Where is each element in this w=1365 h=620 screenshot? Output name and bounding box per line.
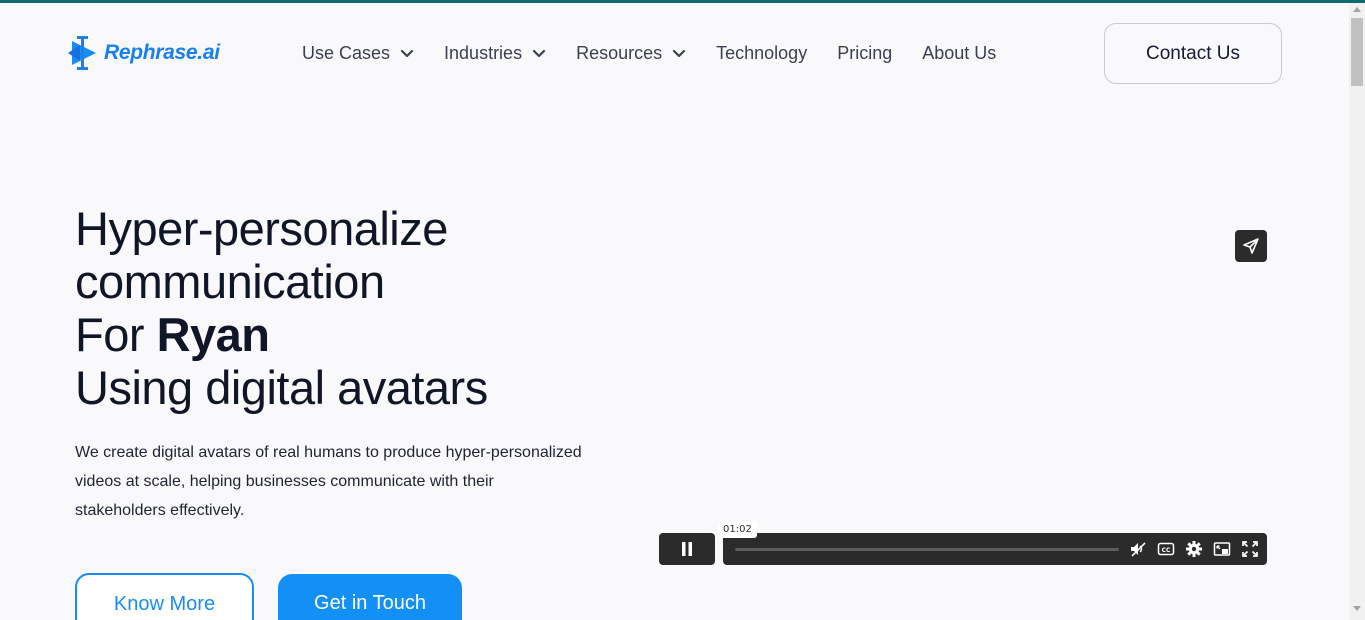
- main-nav: Use Cases Industries Resources Technolog…: [302, 43, 1026, 64]
- nav-item-label: Resources: [576, 43, 663, 63]
- captions-icon[interactable]: CC: [1157, 540, 1175, 558]
- chevron-down-icon: [532, 49, 546, 58]
- hero-heading: Hyper-personalize communication For Ryan…: [75, 202, 488, 414]
- mute-icon[interactable]: [1129, 540, 1147, 558]
- nav-item-label: Industries: [444, 43, 523, 63]
- brand-name: Rephrase.ai: [104, 41, 220, 64]
- scroll-up-arrow-icon[interactable]: [1353, 7, 1361, 12]
- hero-line-2: communication: [75, 255, 385, 308]
- nav-item-label: About Us: [922, 43, 997, 63]
- navbar: Rephrase.ai Use Cases Industries Resourc…: [0, 3, 1349, 103]
- nav-item-technology[interactable]: Technology: [716, 43, 807, 64]
- share-icon: [1243, 238, 1259, 254]
- scroll-thumb[interactable]: [1351, 18, 1363, 86]
- contact-us-button[interactable]: Contact Us: [1104, 23, 1282, 84]
- video-control-bar: CC: [723, 533, 1267, 565]
- pause-button[interactable]: [659, 533, 715, 565]
- hero-line-4: Using digital avatars: [75, 361, 488, 414]
- scroll-down-arrow-icon[interactable]: [1353, 606, 1361, 611]
- nav-item-resources[interactable]: Resources: [576, 43, 686, 64]
- nav-item-about-us[interactable]: About Us: [922, 43, 996, 64]
- nav-item-label: Technology: [716, 43, 808, 63]
- video-time-tooltip: 01:02: [718, 521, 757, 538]
- nav-item-label: Use Cases: [302, 43, 391, 63]
- rephrase-logo-icon: [68, 36, 96, 70]
- hero-personalized-name: Ryan: [156, 308, 270, 361]
- nav-item-pricing[interactable]: Pricing: [837, 43, 892, 64]
- video-progress-bar[interactable]: [735, 548, 1119, 551]
- pause-icon: [682, 542, 692, 556]
- svg-text:CC: CC: [1162, 547, 1171, 554]
- fullscreen-icon[interactable]: [1241, 540, 1259, 558]
- brand-logo[interactable]: Rephrase.ai: [66, 33, 220, 73]
- nav-item-industries[interactable]: Industries: [444, 43, 546, 64]
- chevron-down-icon: [673, 49, 686, 58]
- settings-icon[interactable]: [1185, 540, 1203, 558]
- get-in-touch-button[interactable]: Get in Touch: [278, 574, 462, 620]
- page-scrollbar[interactable]: [1349, 3, 1365, 620]
- know-more-button[interactable]: Know More: [75, 573, 254, 620]
- hero-description: We create digital avatars of real humans…: [75, 444, 582, 519]
- hero-line-1: Hyper-personalize: [75, 202, 448, 255]
- chevron-down-icon: [400, 49, 414, 58]
- hero-line-3-prefix: For: [75, 308, 157, 361]
- nav-item-use-cases[interactable]: Use Cases: [302, 43, 414, 64]
- picture-in-picture-icon[interactable]: [1213, 540, 1231, 558]
- share-button[interactable]: [1235, 230, 1267, 262]
- hero-line-3: For Ryan: [75, 308, 488, 361]
- nav-item-label: Pricing: [837, 43, 893, 63]
